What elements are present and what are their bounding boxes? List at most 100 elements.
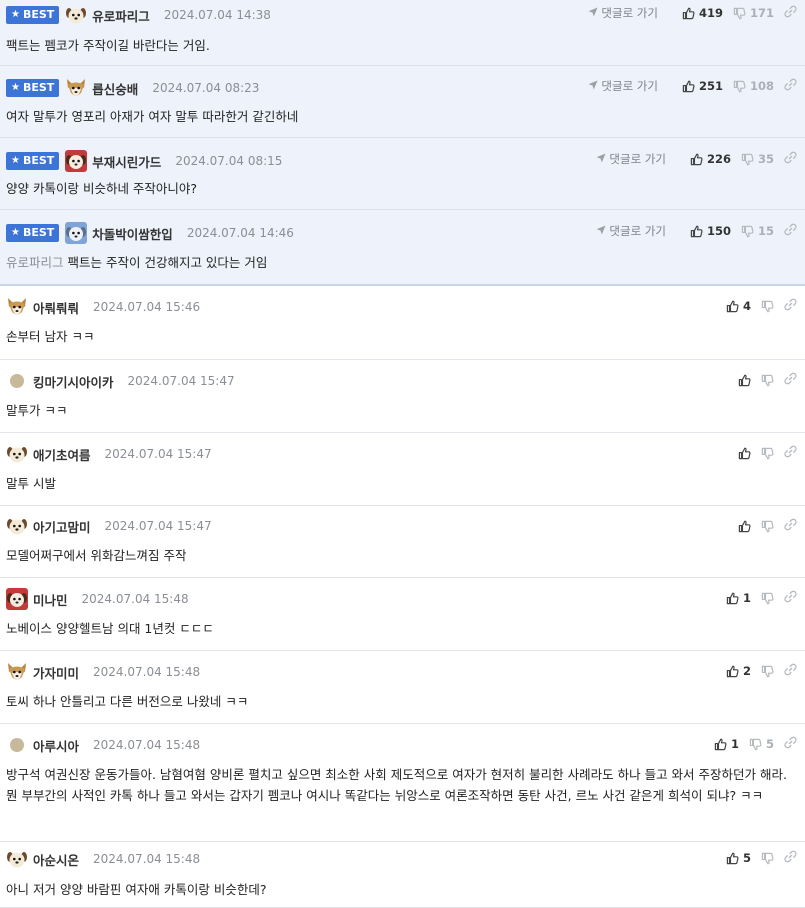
thumbs-up-icon xyxy=(738,374,751,387)
best-comment: ★ BEST 부재시린가드 2024.07.04 08:15 양양 카톡이랑 비슷하네 … xyxy=(0,138,805,210)
comment-actions xyxy=(728,371,797,389)
comment-date: 2024.07.04 15:47 xyxy=(104,447,212,461)
downvote-count: 108 xyxy=(749,79,774,93)
avatar[interactable] xyxy=(6,443,28,465)
avatar[interactable] xyxy=(6,661,28,683)
link-icon xyxy=(784,5,797,21)
nickname[interactable]: 아기고맘미 xyxy=(33,517,91,536)
avatar[interactable] xyxy=(65,4,87,26)
avatar[interactable] xyxy=(65,77,87,99)
link-icon xyxy=(784,78,797,94)
downvote-button[interactable]: 15 xyxy=(741,224,774,238)
comment-body: 토씨 하나 안틀리고 다른 버전으로 나왔네 ㅋㅋ xyxy=(6,694,249,709)
copy-link-button[interactable] xyxy=(784,223,797,239)
comment-header: ★ BEST 차돌박이쌈한입 2024.07.04 14:46 xyxy=(6,222,294,244)
nickname[interactable]: 아뤄뤄뤄 xyxy=(33,298,79,317)
nickname[interactable]: 릅신숭배 xyxy=(92,79,138,98)
copy-link-button[interactable] xyxy=(784,663,797,679)
nickname[interactable]: 부재시린가드 xyxy=(92,152,161,171)
comment-actions: 댓글로 가기 150 15 xyxy=(596,222,797,240)
copy-link-button[interactable] xyxy=(784,590,797,606)
upvote-button[interactable]: 251 xyxy=(682,79,723,93)
nickname[interactable]: 가자미미 xyxy=(33,663,79,682)
arrow-icon xyxy=(588,6,601,20)
comment-actions xyxy=(728,517,797,535)
avatar[interactable] xyxy=(6,588,28,610)
best-badge: ★ BEST xyxy=(6,6,60,24)
upvote-button[interactable]: 1 xyxy=(714,737,739,751)
downvote-button[interactable] xyxy=(761,520,774,533)
goto-comment-link[interactable]: 댓글로 가기 xyxy=(596,151,666,167)
comment-text: 모델어쩌구에서 위화감느껴짐 주작 xyxy=(6,545,793,566)
copy-link-button[interactable] xyxy=(784,78,797,94)
nickname[interactable]: 아순시온 xyxy=(33,850,79,869)
copy-link-button[interactable] xyxy=(784,445,797,461)
goto-comment-link[interactable]: 댓글로 가기 xyxy=(588,78,658,94)
copy-link-button[interactable] xyxy=(784,850,797,866)
comment: 가자미미 2024.07.04 15:48 토씨 하나 안틀리고 다른 버전으로 나… xyxy=(0,651,805,724)
downvote-button[interactable] xyxy=(761,374,774,387)
avatar[interactable] xyxy=(6,370,28,392)
thumbs-down-icon xyxy=(761,592,774,605)
upvote-button[interactable]: 150 xyxy=(690,224,731,238)
copy-link-button[interactable] xyxy=(784,5,797,21)
best-label: BEST xyxy=(22,154,55,167)
avatar[interactable] xyxy=(6,734,28,756)
thumbs-up-icon xyxy=(726,300,739,313)
downvote-button[interactable]: 108 xyxy=(733,79,774,93)
avatar[interactable] xyxy=(65,150,88,172)
nickname[interactable]: 킹마기시아이카 xyxy=(33,372,114,391)
best-comment: ★ BEST 차돌박이쌈한입 2024.07.04 14:46 유로파리그 팩트는 주작이… xyxy=(0,210,805,286)
upvote-button[interactable]: 2 xyxy=(726,664,751,678)
upvote-button[interactable] xyxy=(738,520,751,533)
thumbs-up-icon xyxy=(726,852,739,865)
avatar[interactable] xyxy=(6,296,28,318)
upvote-button[interactable]: 5 xyxy=(726,851,751,865)
thumbs-up-icon xyxy=(690,153,703,166)
comment-date: 2024.07.04 15:48 xyxy=(81,592,189,606)
upvote-button[interactable]: 419 xyxy=(682,6,723,20)
upvote-button[interactable] xyxy=(738,374,751,387)
downvote-button[interactable] xyxy=(761,665,774,678)
avatar[interactable] xyxy=(6,848,28,870)
upvote-button[interactable]: 226 xyxy=(690,152,731,166)
comment-body: 노베이스 양양헬트남 의대 1년컷 ㄷㄷㄷ xyxy=(6,621,214,636)
comment-actions: 1 xyxy=(716,589,797,607)
copy-link-button[interactable] xyxy=(784,298,797,314)
copy-link-button[interactable] xyxy=(784,736,797,752)
upvote-button[interactable]: 1 xyxy=(726,591,751,605)
upvote-count: 251 xyxy=(698,79,723,93)
nickname[interactable]: 아루시아 xyxy=(33,736,79,755)
best-badge: ★ BEST xyxy=(6,224,60,242)
avatar[interactable] xyxy=(65,222,88,244)
goto-comment-link[interactable]: 댓글로 가기 xyxy=(588,5,658,21)
downvote-button[interactable] xyxy=(761,447,774,460)
comment-body: 양양 카톡이랑 비슷하네 주작아니야? xyxy=(6,181,198,196)
nickname[interactable]: 애기초여름 xyxy=(33,445,91,464)
downvote-button[interactable] xyxy=(761,592,774,605)
reply-target-nickname[interactable]: 유로파리그 xyxy=(6,255,64,270)
comment-header: 가자미미 2024.07.04 15:48 xyxy=(6,661,200,683)
downvote-button[interactable] xyxy=(761,852,774,865)
comment-body: 모델어쩌구에서 위화감느껴짐 주작 xyxy=(6,548,187,563)
comment-text: 말투 시발 xyxy=(6,473,793,494)
upvote-button[interactable] xyxy=(738,447,751,460)
copy-link-button[interactable] xyxy=(784,518,797,534)
star-icon: ★ xyxy=(11,155,20,166)
avatar[interactable] xyxy=(6,515,28,537)
nickname[interactable]: 차돌박이쌈한입 xyxy=(92,224,173,243)
downvote-button[interactable]: 35 xyxy=(741,152,774,166)
comment-text: 양양 카톡이랑 비슷하네 주작아니야? xyxy=(6,178,793,199)
upvote-button[interactable]: 4 xyxy=(726,299,751,313)
goto-comment-link[interactable]: 댓글로 가기 xyxy=(596,223,666,239)
nickname[interactable]: 유로파리그 xyxy=(92,6,150,25)
copy-link-button[interactable] xyxy=(784,372,797,388)
downvote-button[interactable]: 5 xyxy=(749,737,774,751)
copy-link-button[interactable] xyxy=(784,151,797,167)
comment-body: 방구석 여권신장 운동가들아. 남혐여혐 양비론 펼치고 싶으면 최소한 사회 … xyxy=(6,767,787,803)
nickname[interactable]: 미나민 xyxy=(33,590,68,609)
link-icon xyxy=(784,151,797,167)
comment-header: 아기고맘미 2024.07.04 15:47 xyxy=(6,515,212,537)
downvote-button[interactable]: 171 xyxy=(733,6,774,20)
downvote-button[interactable] xyxy=(761,300,774,313)
